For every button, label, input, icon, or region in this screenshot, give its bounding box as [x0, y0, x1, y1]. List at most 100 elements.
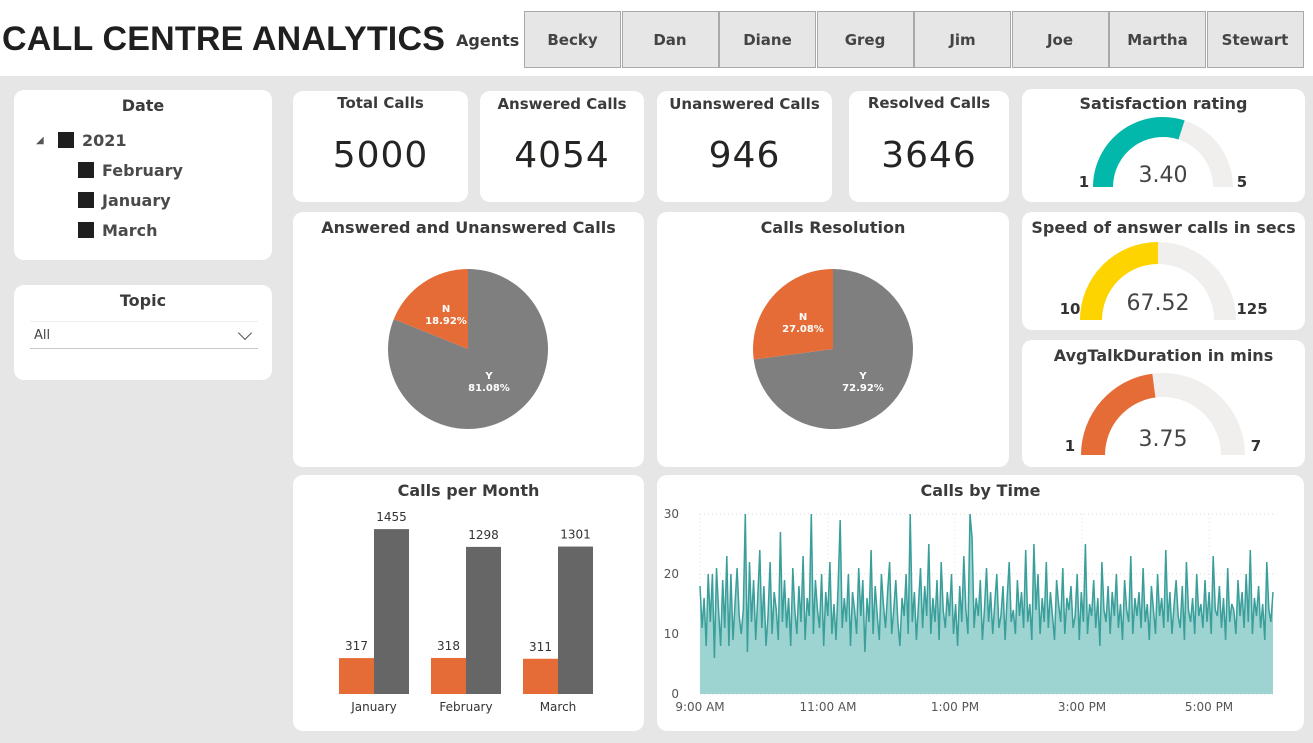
tree-item-february[interactable]: February — [78, 155, 183, 185]
agent-button-becky[interactable]: Becky — [524, 11, 621, 68]
x-tick-label: 3:00 PM — [1058, 700, 1106, 714]
checkbox-icon[interactable] — [78, 222, 94, 238]
x-tick-label: 1:00 PM — [931, 700, 979, 714]
pie-slice-percent: 27.08% — [782, 324, 824, 335]
kpi-unanswered-calls: Unanswered Calls 946 — [657, 91, 832, 202]
y-tick-label: 30 — [664, 507, 679, 521]
date-tree: ◢ 2021 February January March — [36, 125, 183, 245]
agent-button-diane[interactable]: Diane — [719, 11, 816, 68]
calls-per-month-card: Calls per Month 317 1455 January 318 1298 Feb… — [293, 475, 644, 731]
date-slicer-title: Date — [121, 96, 165, 115]
gauge-max-label: 5 — [1237, 173, 1247, 191]
pie-slice-name: N — [442, 304, 450, 315]
gauge-speed: Speed of answer calls in secs 10 125 67.52 — [1022, 212, 1305, 330]
pie-slice-name: Y — [484, 371, 493, 382]
y-tick-label: 20 — [664, 567, 679, 581]
pie-slice-name: N — [799, 312, 807, 323]
gauge-min-label: 1 — [1065, 437, 1075, 455]
pie-slice-percent: 72.92% — [842, 383, 884, 394]
kpi-label: Unanswered Calls — [669, 95, 820, 113]
tree-item-year-label: 2021 — [82, 130, 127, 150]
gauge-value: 3.40 — [1139, 163, 1188, 188]
pie-chart: Y81.08% N18.92% — [388, 269, 548, 429]
agent-button-stewart[interactable]: Stewart — [1206, 11, 1304, 68]
agent-slicer: Becky Dan Diane Greg Jim Joe Martha Stew… — [524, 11, 1304, 68]
gauge-chart: 10 125 67.52 — [1060, 241, 1268, 320]
gauge-min-label: 10 — [1060, 300, 1081, 318]
pie-chart: Y72.92% N27.08% — [753, 269, 913, 429]
agent-button-jim[interactable]: Jim — [914, 11, 1011, 68]
x-tick-label: 11:00 AM — [800, 700, 857, 714]
kpi-answered-calls: Answered Calls 4054 — [480, 91, 644, 202]
y-tick-label: 10 — [664, 627, 679, 641]
tree-item-label: March — [102, 220, 158, 240]
header-bar: CALL CENTRE ANALYTICS Agents Becky Dan D… — [0, 0, 1313, 76]
bar — [558, 546, 593, 694]
checkbox-icon[interactable] — [78, 162, 94, 178]
bar-data-label: 1455 — [376, 510, 407, 524]
gauge-chart: 1 73.75 — [1065, 373, 1261, 455]
bar-data-label: 318 — [437, 639, 460, 653]
kpi-label: Answered Calls — [497, 95, 627, 113]
kpi-value: 946 — [708, 135, 781, 176]
topic-slicer: Topic All — [14, 285, 272, 380]
bar — [374, 529, 409, 694]
tree-item-january[interactable]: January — [78, 185, 183, 215]
bar-data-label: 1298 — [468, 528, 499, 542]
gauge-max-label: 125 — [1236, 300, 1267, 318]
y-tick-label: 0 — [671, 687, 679, 701]
x-tick-label: March — [540, 700, 577, 714]
gauge-max-label: 7 — [1251, 437, 1261, 455]
agents-label: Agents — [456, 31, 520, 50]
kpi-label: Resolved Calls — [867, 94, 991, 112]
agent-button-joe[interactable]: Joe — [1011, 11, 1109, 68]
collapse-caret-icon[interactable]: ◢ — [36, 135, 48, 146]
x-tick-label: 9:00 AM — [675, 700, 724, 714]
gauge-satisfaction: Satisfaction rating 1 5 3.40 — [1022, 89, 1305, 202]
bar — [339, 658, 374, 694]
tree-item-label: January — [102, 190, 171, 210]
gauge-value: 67.52 — [1127, 291, 1190, 316]
gauge-chart: 1 53.40 — [1079, 116, 1247, 191]
gauge-value: 3.75 — [1139, 427, 1188, 452]
bar-data-label: 1301 — [560, 528, 591, 542]
topic-dropdown-value: All — [34, 327, 51, 343]
tree-item-march[interactable]: March — [78, 215, 183, 245]
pie-slice-percent: 81.08% — [468, 383, 510, 394]
calls-by-time-card: Calls by Time 0 10 20 30 9:00 AM 11:00 AM 1:00… — [657, 475, 1304, 731]
bar — [523, 658, 558, 694]
x-tick-label: January — [350, 700, 397, 714]
checkbox-icon[interactable] — [78, 192, 94, 208]
agent-button-dan[interactable]: Dan — [621, 11, 719, 68]
answered-unanswered-pie-card: Answered and Unanswered Calls Y 81.08% N 18… — [293, 212, 644, 467]
x-tick-label: February — [439, 700, 492, 714]
agent-button-martha[interactable]: Martha — [1109, 11, 1206, 68]
pie-slice-n — [753, 269, 833, 360]
tree-item-year[interactable]: ◢ 2021 — [36, 125, 183, 155]
chevron-down-icon[interactable] — [237, 325, 253, 340]
kpi-value: 3646 — [881, 135, 977, 176]
topic-dropdown[interactable]: All — [30, 321, 258, 349]
kpi-value: 4054 — [514, 135, 610, 176]
calls-resolution-pie-card: Calls Resolution Y 72.92% N 27.08% — [657, 212, 1009, 467]
date-slicer: Date ◢ 2021 February January March — [14, 90, 272, 260]
x-tick-label: 5:00 PM — [1185, 700, 1233, 714]
tree-item-label: February — [102, 160, 183, 180]
bar-data-label: 311 — [529, 640, 552, 654]
kpi-value: 5000 — [332, 135, 429, 176]
kpi-resolved-calls: Resolved Calls 3646 — [849, 91, 1009, 202]
topic-slicer-title: Topic — [119, 291, 167, 310]
bar — [466, 546, 501, 694]
bar — [431, 657, 466, 694]
bar-data-label: 317 — [345, 639, 368, 653]
kpi-total-calls: Total Calls 5000 — [293, 91, 468, 202]
agent-button-greg[interactable]: Greg — [816, 11, 914, 68]
bar-chart: 317 1455 January 318 1298 February 311 1301 Marc… — [339, 510, 593, 714]
kpi-label: Total Calls — [337, 94, 424, 112]
page-title: CALL CENTRE ANALYTICS — [2, 20, 446, 58]
gauge-min-label: 1 — [1079, 173, 1089, 191]
gauge-talk-duration: AvgTalkDuration in mins 1 7 3.75 — [1022, 340, 1305, 467]
checkbox-icon[interactable] — [58, 132, 74, 148]
pie-slice-name: Y — [858, 371, 867, 382]
area-chart: 0 10 20 30 9:00 AM 11:00 AM 1:00 PM 3:00 PM 5:00… — [664, 507, 1274, 714]
